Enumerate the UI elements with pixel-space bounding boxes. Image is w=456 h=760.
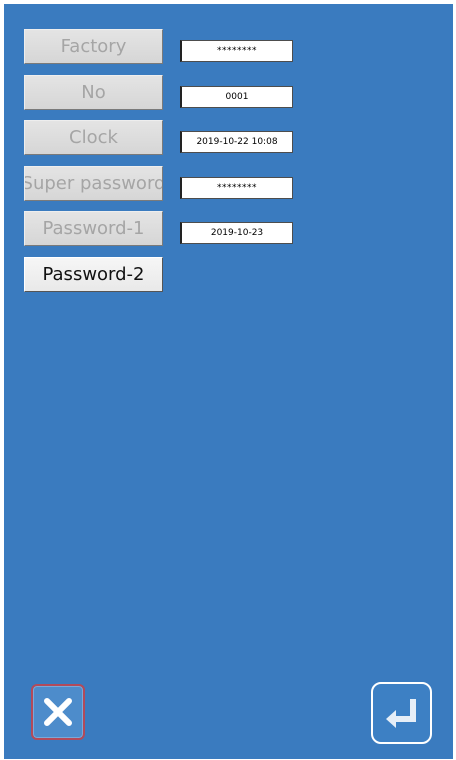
close-button[interactable] [31, 684, 85, 740]
factory-value-field[interactable]: ******** [180, 40, 293, 62]
password-1-button[interactable]: Password-1 [24, 211, 163, 246]
close-icon [44, 698, 72, 726]
super-password-button[interactable]: Super password [24, 166, 163, 201]
password-2-button[interactable]: Password-2 [24, 257, 163, 292]
factory-button[interactable]: Factory [24, 29, 163, 64]
password-1-value-field[interactable]: 2019-10-23 [180, 222, 293, 244]
no-value-field[interactable]: 0001 [180, 86, 293, 108]
enter-button[interactable] [371, 682, 432, 744]
clock-button[interactable]: Clock [24, 120, 163, 155]
no-button[interactable]: No [24, 75, 163, 110]
settings-screen: Factory ******** No 0001 Clock 2019-10-2… [4, 4, 453, 759]
super-password-value-field[interactable]: ******** [180, 177, 293, 199]
enter-return-icon [385, 699, 416, 728]
clock-value-field[interactable]: 2019-10-22 10:08 [180, 131, 293, 153]
